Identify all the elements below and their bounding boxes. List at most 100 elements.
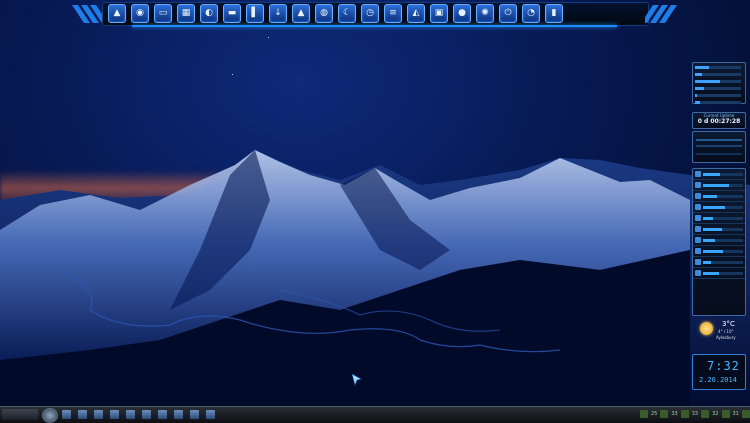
sun-icon [700,322,713,335]
star [268,37,269,38]
document-icon[interactable]: ≡ [384,4,402,23]
cpu-core-row [693,257,745,268]
pinned-app-icon[interactable] [142,410,151,419]
pinned-app-icon[interactable] [78,410,87,419]
cpu-core-fill [703,249,723,253]
drive-usage-bar [695,93,741,97]
taskbar-pinned-apps [62,410,215,419]
power-icon[interactable]: ⏻ [499,4,517,23]
cpu-core-row [693,235,745,246]
cpu-core-fill [703,205,725,209]
top-dock: ▲ ◉ ▭ ▦ ◐ ▬ ▌ ↓ ▲ ◍ ☾ ◷ ≡ ◭ ▣ ● ✺ ⏻ ◔ ▮ [72,2,677,27]
drive-row [695,99,743,105]
tray-app-icon[interactable] [660,410,669,418]
cpu-core-bar [703,216,743,220]
tray-reading: 32 [712,411,719,417]
uptime-gadget[interactable]: Current Uptime 0 d 00:27:28 [692,112,746,129]
pinned-app-icon[interactable] [206,410,215,419]
weather-gadget[interactable]: 3°C 4° / 10° Aylesbury [692,318,744,348]
cpu-core-bar [703,260,743,264]
drive-usage-bar [695,65,741,69]
pinned-app-icon[interactable] [190,410,199,419]
drive-row [695,92,743,98]
clock-icon[interactable]: ◷ [361,4,379,23]
dock-right-stripes [645,5,677,23]
mouse-cursor-icon [352,374,362,386]
start-button[interactable] [42,408,58,423]
cpu-core-row [693,169,745,180]
pinned-app-icon[interactable] [158,410,167,419]
shield-icon[interactable]: ◔ [522,4,540,23]
dock-left-stripes [72,5,104,23]
drive-row [695,78,743,84]
weather-range: 4° / 10° [718,329,734,334]
cpu-core-bar [703,249,743,253]
cpu-meter-gadget[interactable] [692,168,746,316]
dock-glow-line [132,25,617,27]
download-icon[interactable]: ↓ [269,4,287,23]
pinned-app-icon[interactable] [126,410,135,419]
store-icon[interactable]: ▦ [177,4,195,23]
weather-city: Aylesbury [716,335,736,340]
cpu-core-icon [695,215,701,221]
drive-usage-fill [695,72,702,76]
clock-gadget[interactable]: 7:32 2.26.2014 [692,354,746,390]
drive-usage-gadget[interactable] [692,62,746,104]
drive-usage-fill [695,93,698,97]
cpu-core-fill [703,260,711,264]
pinned-app-icon[interactable] [62,410,71,419]
tray-app-icon[interactable] [640,410,648,418]
moon-icon[interactable]: ☾ [338,4,356,23]
pinned-app-icon[interactable] [174,410,183,419]
chat-icon[interactable]: ● [453,4,471,23]
tray-app-icon[interactable] [680,410,689,418]
clock-date: 2.26.2014 [699,376,737,384]
cpu-core-icon [695,259,701,265]
pinned-app-icon[interactable] [110,410,119,419]
settings-icon[interactable]: ✺ [476,4,494,23]
browser-icon[interactable]: ◐ [200,4,218,23]
upload-icon[interactable]: ▲ [292,4,310,23]
cpu-core-icon [695,193,701,199]
tray-app-icon[interactable] [721,410,730,418]
cpu-core-icon [695,204,701,210]
monitor-icon[interactable]: ▬ [223,4,241,23]
drive-usage-bar [695,100,741,104]
cpu-core-row [693,191,745,202]
save-icon[interactable]: ▣ [430,4,448,23]
drive-row [695,71,743,77]
tray-app-icon[interactable] [741,410,750,418]
cpu-core-icon [695,237,701,243]
window-icon[interactable]: ▭ [154,4,172,23]
cpu-core-row [693,180,745,191]
network-gadget[interactable] [692,131,746,163]
cpu-core-icon [695,182,701,188]
mountain-icon[interactable]: ◭ [407,4,425,23]
drive-row [695,64,743,70]
globe-icon[interactable]: ◍ [315,4,333,23]
cpu-core-bar [703,172,743,176]
tray-reading: 31 [732,411,739,417]
drive-usage-fill [695,79,721,83]
user-icon[interactable]: ◉ [131,4,149,23]
info-icon[interactable]: ▮ [545,4,563,23]
cpu-core-row [693,268,745,279]
show-desktop-button[interactable] [2,409,38,420]
cpu-core-bar [703,183,743,187]
tray-app-icon[interactable] [701,410,710,418]
drive-usage-bar [695,72,741,76]
folder-icon[interactable]: ▌ [246,4,264,23]
drive-usage-fill [695,65,709,69]
cpu-core-icon [695,248,701,254]
cpu-core-bar [703,194,743,198]
tray-reading: 25 [651,411,658,417]
cpu-core-icon [695,171,701,177]
drive-usage-fill [695,100,700,104]
tray-reading: 33 [691,411,699,417]
launcher-icon[interactable]: ▲ [108,4,126,23]
cpu-core-fill [703,194,717,198]
network-graph [696,139,742,155]
pinned-app-icon[interactable] [94,410,103,419]
star [232,74,233,75]
drive-usage-fill [695,86,705,90]
